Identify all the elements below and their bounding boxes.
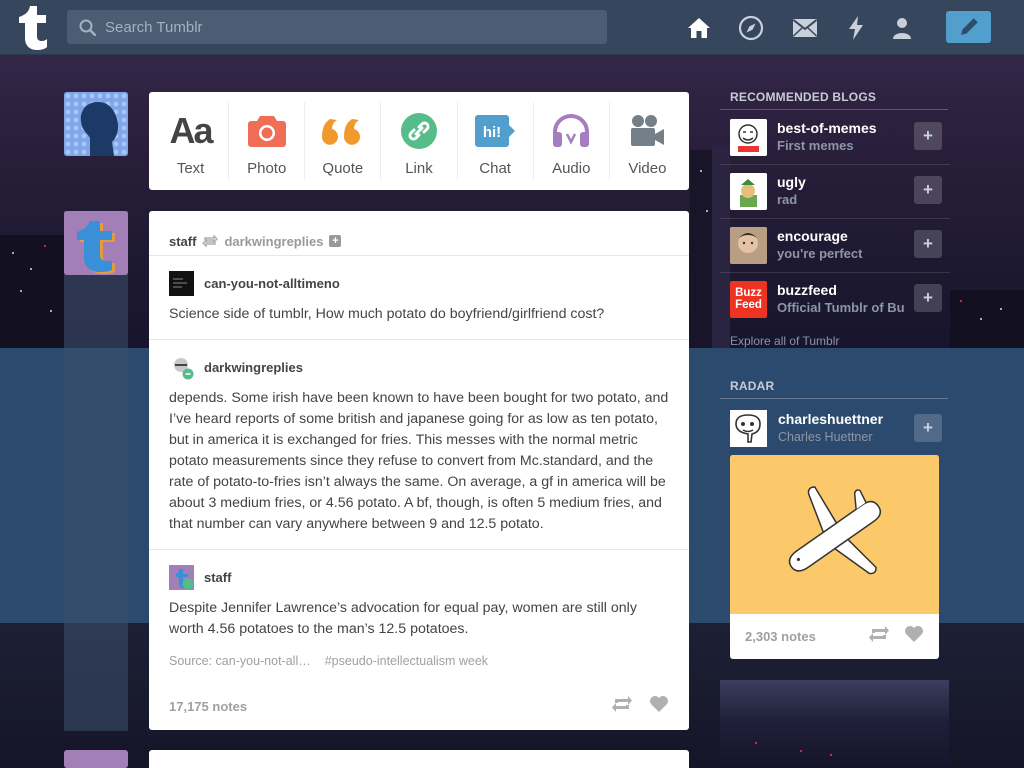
reblog-icon <box>202 235 219 247</box>
link-icon <box>400 112 438 150</box>
post-author-link[interactable]: staff <box>169 234 196 249</box>
search-input[interactable] <box>105 10 595 44</box>
recommended-blog-item[interactable]: Buzz Feed buzzfeed Official Tumblr of Bu … <box>730 272 950 326</box>
reblog-trail-item: staff Despite Jennifer Lawrence’s advoca… <box>149 550 689 640</box>
post-source-link[interactable]: Source: can-you-not-all… <box>169 654 311 668</box>
post-type-photo[interactable]: Photo <box>229 102 306 180</box>
account-person-icon[interactable] <box>888 14 916 42</box>
post-type-chat[interactable]: hi! Chat <box>458 102 534 180</box>
radar-blog-avatar[interactable] <box>730 409 767 447</box>
user-avatar[interactable] <box>64 92 128 156</box>
quote-icon <box>321 112 364 150</box>
post-header: staff darkwingreplies + <box>149 211 689 256</box>
headphones-icon <box>551 112 591 150</box>
blog-avatar[interactable] <box>730 172 767 210</box>
next-dashboard-post <box>149 750 689 768</box>
search-icon <box>79 19 96 36</box>
svg-text:hi!: hi! <box>483 124 501 141</box>
video-camera-icon <box>628 112 666 150</box>
like-button[interactable] <box>649 695 669 718</box>
post-tag[interactable]: #pseudo-intellectualism week <box>325 654 488 668</box>
post-type-video[interactable]: Video <box>610 102 685 180</box>
post-type-link[interactable]: Link <box>381 102 458 180</box>
reblog-icon <box>612 695 632 712</box>
search-bar[interactable] <box>67 10 607 44</box>
follow-blog-button[interactable]: + <box>914 176 942 204</box>
blog-avatar[interactable] <box>730 226 767 264</box>
trail-text: depends. Some irish have been known to h… <box>169 390 669 532</box>
explore-compass-icon[interactable] <box>737 14 765 42</box>
follow-blog-button[interactable]: + <box>914 284 942 312</box>
post-tags: Source: can-you-not-all… #pseudo-intelle… <box>149 640 689 668</box>
trail-username[interactable]: staff <box>204 570 231 585</box>
follow-blog-button[interactable]: + <box>914 230 942 258</box>
follow-blog-button[interactable]: + <box>914 414 942 442</box>
heart-icon <box>650 695 668 712</box>
next-post-avatar[interactable] <box>64 750 128 768</box>
radar-post-footer: 2,303 notes <box>730 614 939 659</box>
recommended-blogs-title: RECOMMENDED BLOGS <box>730 90 877 104</box>
trail-username[interactable]: can-you-not-alltimeno <box>204 276 340 291</box>
trail-text: Science side of tumblr, How much potato … <box>169 306 605 322</box>
staff-avatar[interactable] <box>64 211 128 275</box>
reblog-icon <box>869 626 889 642</box>
radar-blog-name[interactable]: charleshuettner <box>778 410 883 428</box>
tumblr-logo[interactable] <box>14 4 54 50</box>
radar-post-card: 2,303 notes <box>730 455 939 659</box>
reblog-button[interactable] <box>868 625 890 648</box>
recommended-blog-item[interactable]: encourage you're perfect + <box>730 218 950 272</box>
heart-icon <box>905 626 923 642</box>
reblog-button[interactable] <box>611 695 633 718</box>
explore-tumblr-link[interactable]: Explore all of Tumblr <box>730 334 839 348</box>
trail-username[interactable]: darkwingreplies <box>204 360 303 375</box>
divider <box>720 398 948 399</box>
trail-avatar[interactable] <box>169 270 194 296</box>
reblog-trail-item: darkwingreplies depends. Some irish have… <box>149 340 689 550</box>
inbox-envelope-icon[interactable] <box>791 14 819 42</box>
radar-title: RADAR <box>730 379 775 393</box>
radar-blog-header: charleshuettner Charles Huettner + <box>730 409 942 447</box>
home-icon[interactable] <box>685 14 713 42</box>
top-nav-bar <box>0 0 1024 55</box>
like-button[interactable] <box>904 625 924 648</box>
radar-post-image[interactable] <box>730 455 939 614</box>
chat-bubble-icon: hi! <box>474 112 516 150</box>
trail-avatar[interactable] <box>169 354 194 380</box>
trail-text: Despite Jennifer Lawrence’s advocation f… <box>169 600 637 637</box>
post-type-quote[interactable]: Quote <box>305 102 382 180</box>
camera-icon <box>247 112 287 150</box>
recommended-blog-item[interactable]: best-of-memes First memes + <box>730 110 950 164</box>
buzzfeed-logo[interactable]: Buzz Feed <box>730 280 767 318</box>
post-type-text[interactable]: Aa Text <box>153 102 230 180</box>
notes-count[interactable]: 17,175 notes <box>169 699 247 714</box>
avatar-column <box>64 211 128 731</box>
compose-post-button[interactable] <box>946 11 991 43</box>
post-type-selector: Aa Text Photo Quote Link hi! Chat Audio <box>149 92 689 190</box>
reblog-trail-item: can-you-not-alltimeno Science side of tu… <box>149 256 689 340</box>
blog-avatar[interactable] <box>730 118 767 156</box>
trail-avatar[interactable] <box>169 564 194 590</box>
radar-notes-count[interactable]: 2,303 notes <box>745 629 816 644</box>
reblogged-from-link[interactable]: darkwingreplies <box>224 234 323 249</box>
post-footer: 17,175 notes <box>169 694 669 718</box>
activity-lightning-icon[interactable] <box>842 14 870 42</box>
text-aa-icon: Aa <box>169 110 214 151</box>
post-type-audio[interactable]: Audio <box>534 102 610 180</box>
recommended-blog-item[interactable]: ugly rad + <box>730 164 950 218</box>
radar-blog-subtitle: Charles Huettner <box>778 430 873 444</box>
follow-plus-icon[interactable]: + <box>329 235 342 247</box>
pencil-icon <box>960 18 978 35</box>
sidebar-ad-area <box>720 680 949 768</box>
follow-blog-button[interactable]: + <box>914 122 942 150</box>
dashboard-post: staff darkwingreplies + can-you-not-allt… <box>149 211 689 730</box>
